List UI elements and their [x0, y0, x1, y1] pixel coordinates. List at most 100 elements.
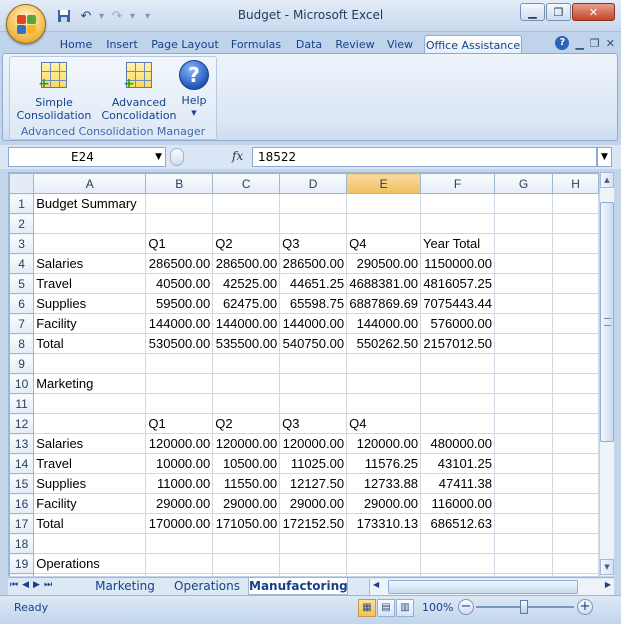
- cell[interactable]: 480000.00: [420, 433, 495, 454]
- formula-input[interactable]: 18522: [252, 147, 597, 167]
- cell[interactable]: [212, 393, 281, 414]
- cell[interactable]: [552, 253, 599, 274]
- cell[interactable]: [346, 393, 422, 414]
- cell[interactable]: [346, 353, 422, 374]
- column-header[interactable]: E: [346, 173, 422, 194]
- row-header[interactable]: 15: [9, 473, 35, 494]
- row-header[interactable]: 6: [9, 293, 35, 314]
- column-header[interactable]: D: [279, 173, 348, 194]
- cell[interactable]: 6887869.69: [346, 293, 422, 314]
- cell[interactable]: [420, 393, 495, 414]
- cell[interactable]: [493, 393, 554, 414]
- tab-formulas[interactable]: Formulas: [226, 35, 286, 54]
- cell[interactable]: [552, 573, 599, 576]
- cell[interactable]: Salaries: [33, 433, 147, 454]
- cell[interactable]: Supplies: [33, 293, 147, 314]
- cell[interactable]: [279, 353, 348, 374]
- cell[interactable]: [552, 473, 599, 494]
- cell[interactable]: [552, 513, 599, 534]
- cell[interactable]: [493, 533, 554, 554]
- cell[interactable]: [552, 433, 599, 454]
- cell[interactable]: Q3: [279, 233, 348, 254]
- sheet-tab-manufactoring[interactable]: Manufactoring: [248, 578, 348, 595]
- splitter-handle[interactable]: [170, 148, 184, 166]
- cell[interactable]: 29000.00: [279, 493, 348, 514]
- cell[interactable]: Q2: [212, 233, 281, 254]
- row-header[interactable]: 12: [9, 413, 35, 434]
- cell[interactable]: 10000.00: [145, 453, 214, 474]
- cell[interactable]: [212, 213, 281, 234]
- restore-icon[interactable]: ❐: [546, 3, 571, 21]
- cell[interactable]: 120000.00: [212, 433, 281, 454]
- cell[interactable]: [552, 293, 599, 314]
- cell[interactable]: [420, 533, 495, 554]
- cell[interactable]: [346, 533, 422, 554]
- row-header[interactable]: 8: [9, 333, 35, 354]
- horizontal-scroll-thumb[interactable]: [388, 580, 578, 594]
- row-header[interactable]: 16: [9, 493, 35, 514]
- cell[interactable]: Q1: [145, 233, 214, 254]
- cell[interactable]: 29000.00: [346, 493, 422, 514]
- scroll-up-icon[interactable]: ▲: [600, 172, 614, 188]
- cell[interactable]: 535500.00: [212, 333, 281, 354]
- cell[interactable]: [493, 473, 554, 494]
- cell[interactable]: 29000.00: [212, 493, 281, 514]
- cell[interactable]: [33, 353, 147, 374]
- cell[interactable]: [145, 213, 214, 234]
- cell[interactable]: Operations: [33, 553, 147, 574]
- cell[interactable]: [552, 233, 599, 254]
- cell[interactable]: 7075443.44: [420, 293, 495, 314]
- cell[interactable]: Q2: [212, 413, 281, 434]
- cell[interactable]: [493, 453, 554, 474]
- cell[interactable]: 120000.00: [279, 433, 348, 454]
- cell[interactable]: [420, 213, 495, 234]
- cell[interactable]: [279, 393, 348, 414]
- column-header[interactable]: B: [145, 173, 214, 194]
- vertical-scrollbar[interactable]: ▲ ▼: [599, 172, 614, 576]
- column-header[interactable]: C: [212, 173, 281, 194]
- row-header[interactable]: 9: [9, 353, 35, 374]
- cell[interactable]: [552, 213, 599, 234]
- zoom-slider-thumb[interactable]: [520, 600, 528, 614]
- cell[interactable]: 173310.13: [346, 513, 422, 534]
- cell[interactable]: 65598.75: [279, 293, 348, 314]
- cell[interactable]: [552, 313, 599, 334]
- restore-workbook-icon[interactable]: ❐: [590, 37, 600, 50]
- cell[interactable]: [493, 333, 554, 354]
- vertical-scroll-thumb[interactable]: [600, 202, 614, 442]
- cell[interactable]: [279, 553, 348, 574]
- row-header[interactable]: 13: [9, 433, 35, 454]
- cell[interactable]: [145, 193, 214, 214]
- cell[interactable]: Budget Summary: [33, 193, 147, 214]
- cell[interactable]: [346, 573, 422, 576]
- cell[interactable]: 530500.00: [145, 333, 214, 354]
- zoom-level[interactable]: 100%: [422, 601, 453, 614]
- normal-view-icon[interactable]: ▦: [358, 599, 376, 617]
- cell[interactable]: 286500.00: [145, 253, 214, 274]
- cell[interactable]: [33, 233, 147, 254]
- cell[interactable]: 144000.00: [212, 313, 281, 334]
- cell[interactable]: [493, 513, 554, 534]
- name-box[interactable]: E24 ▼: [8, 147, 166, 167]
- close-workbook-icon[interactable]: ✕: [606, 37, 615, 50]
- tab-home[interactable]: Home: [54, 35, 98, 54]
- tab-data[interactable]: Data: [292, 35, 326, 54]
- cell[interactable]: 62475.00: [212, 293, 281, 314]
- cell[interactable]: 686512.63: [420, 513, 495, 534]
- cell[interactable]: 576000.00: [420, 313, 495, 334]
- cell[interactable]: [493, 193, 554, 214]
- cell[interactable]: Salaries: [33, 253, 147, 274]
- cell[interactable]: Year Total: [420, 233, 495, 254]
- cell[interactable]: Facility: [33, 313, 147, 334]
- zoom-in-icon[interactable]: +: [577, 599, 593, 615]
- sheet-tab-marketing[interactable]: Marketing: [86, 578, 164, 595]
- cell[interactable]: [33, 573, 147, 576]
- cell[interactable]: [145, 373, 214, 394]
- column-header[interactable]: G: [493, 173, 554, 194]
- cell[interactable]: Facility: [33, 493, 147, 514]
- horizontal-scrollbar[interactable]: ◀ ▶: [369, 579, 614, 595]
- cell[interactable]: [145, 553, 214, 574]
- zoom-out-icon[interactable]: −: [458, 599, 474, 615]
- cell[interactable]: 10500.00: [212, 453, 281, 474]
- cell[interactable]: 172152.50: [279, 513, 348, 534]
